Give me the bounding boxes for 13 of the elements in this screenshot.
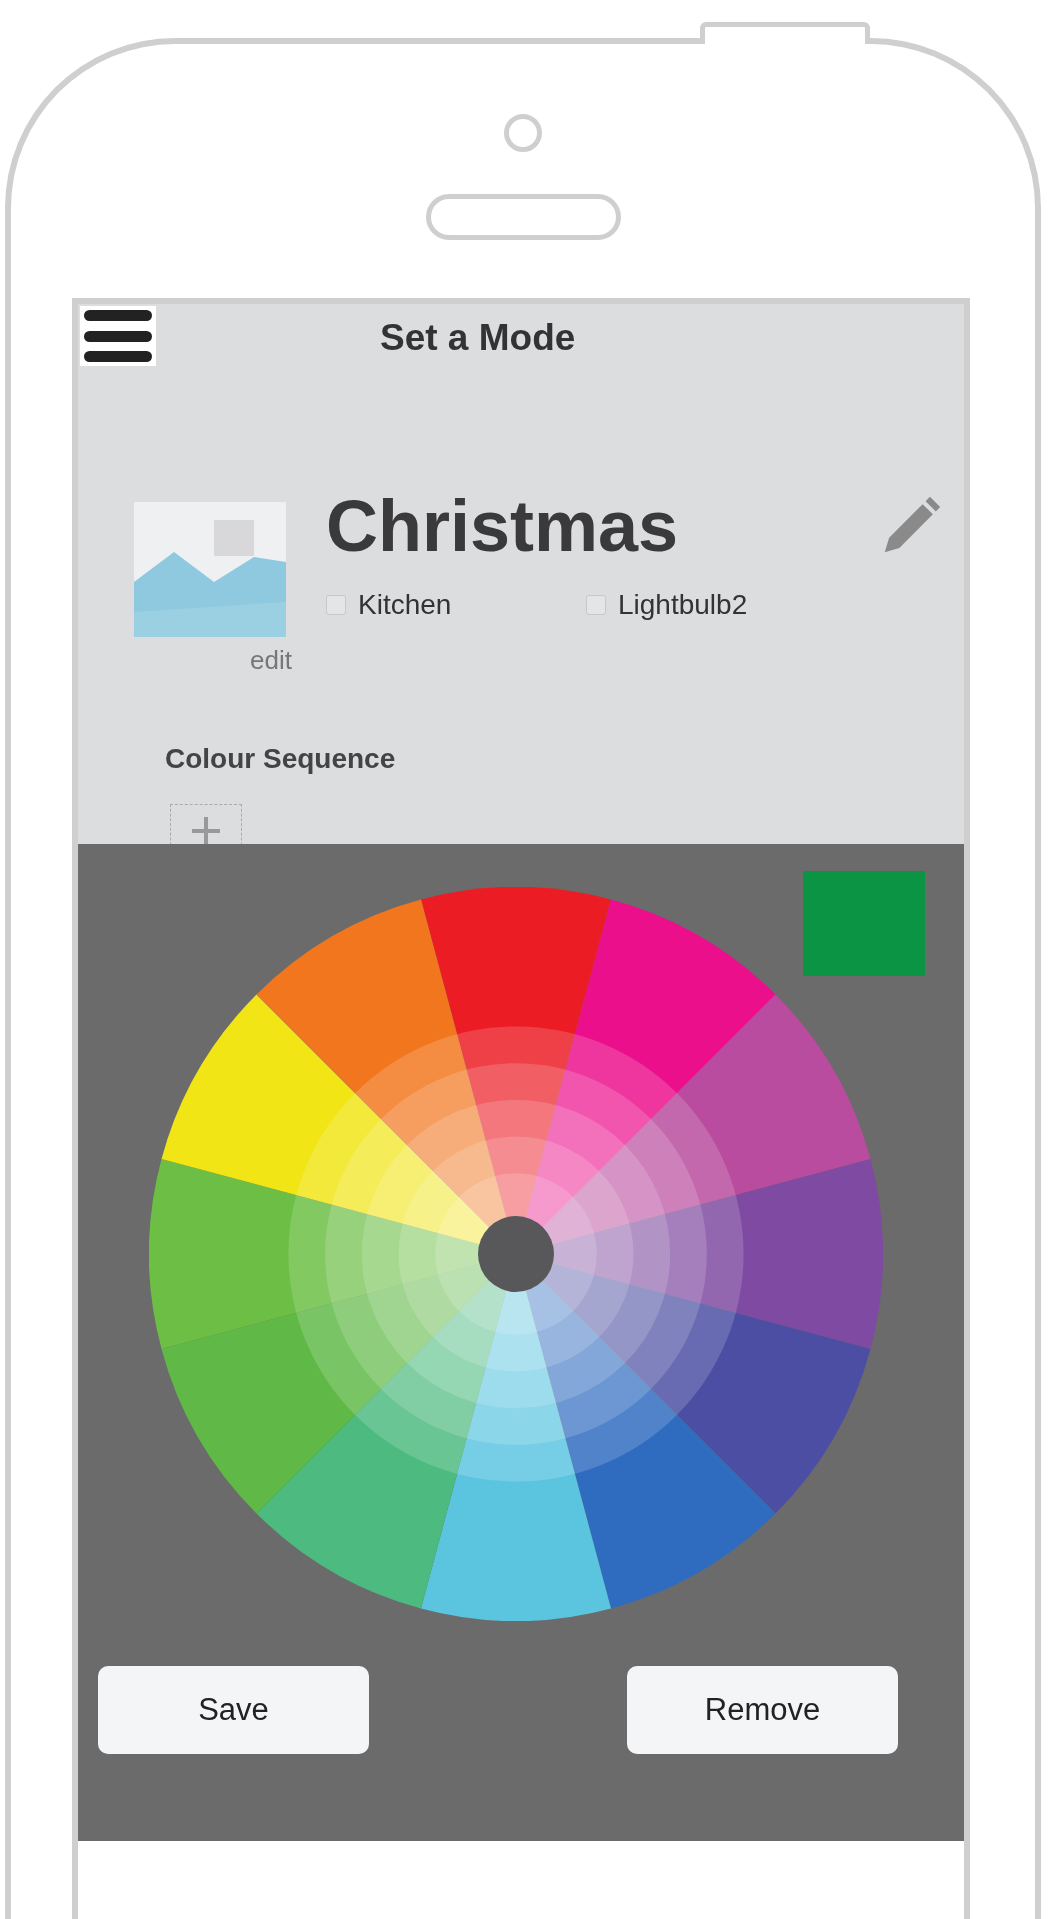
light-label: Lightbulb2 [618, 588, 748, 622]
speaker-icon [425, 194, 621, 240]
remove-button[interactable]: Remove [627, 1666, 898, 1754]
menu-icon[interactable] [80, 306, 156, 366]
checkbox[interactable] [586, 595, 606, 615]
save-button[interactable]: Save [98, 1666, 369, 1754]
camera-icon [504, 114, 542, 152]
section-title: Colour Sequence [165, 742, 397, 776]
color-wheel[interactable] [149, 887, 883, 1621]
screen-title: Set a Mode [380, 316, 576, 360]
mode-name: Christmas [326, 490, 679, 562]
checkbox[interactable] [326, 595, 346, 615]
light-label: Kitchen [358, 588, 452, 622]
